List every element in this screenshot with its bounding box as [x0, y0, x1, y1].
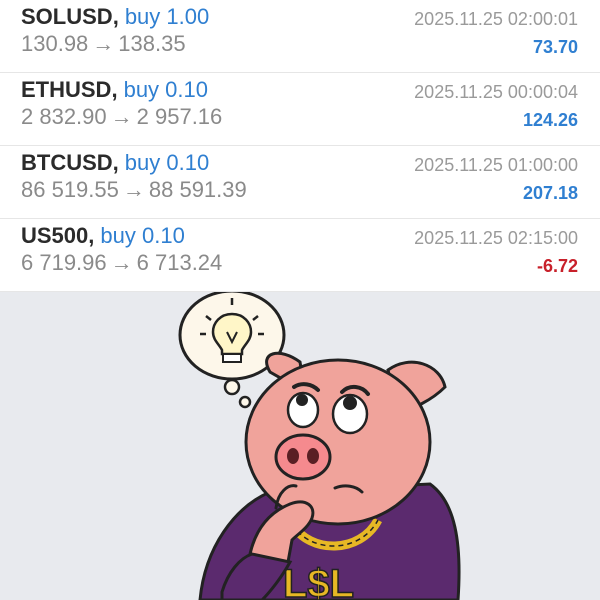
comma-separator: , — [112, 150, 119, 175]
trade-symbol: US500 — [21, 223, 89, 248]
trade-time: 2025.11.25 01:00:00 — [414, 155, 578, 175]
open-price: 6 719.96 — [21, 250, 107, 275]
arrow-right-icon: → — [92, 31, 115, 56]
snout — [274, 433, 332, 481]
trade-prices: 2 832.90 → 2 957.16 — [21, 104, 222, 130]
trade-profit: 207.18 — [522, 183, 578, 203]
open-price: 2 832.90 — [21, 104, 107, 129]
comma-separator: , — [111, 77, 118, 102]
trade-profit: 124.26 — [522, 110, 578, 130]
arrow-right-icon: → — [110, 104, 133, 129]
trade-row[interactable]: SOLUSD, buy 1.00 130.98 → 138.35 2025.11.25… — [0, 0, 600, 73]
trade-side: buy 0.10 — [100, 223, 185, 248]
trade-title: US500, buy 0.10 — [21, 223, 185, 249]
trade-prices: 86 519.55 → 88 591.39 — [21, 177, 247, 203]
trade-side: buy 0.10 — [123, 77, 208, 102]
trade-row[interactable]: BTCUSD, buy 0.10 86 519.55 → 88 591.39 2025… — [0, 146, 600, 219]
thinking-pig-illustration: L$L — [0, 292, 600, 600]
close-price: 2 957.16 — [136, 104, 223, 129]
close-price: 6 713.24 — [136, 250, 223, 275]
trade-time: 2025.11.25 02:15:00 — [414, 228, 578, 248]
trade-title: ETHUSD, buy 0.10 — [21, 77, 208, 103]
trade-time: 2025.11.25 02:00:01 — [414, 9, 578, 29]
trade-time: 2025.11.25 00:00:04 — [414, 82, 578, 102]
trade-symbol: SOLUSD — [21, 4, 113, 29]
trade-symbol: BTCUSD — [21, 150, 113, 175]
close-price: 88 591.39 — [148, 177, 247, 202]
trade-prices: 130.98 → 138.35 — [21, 31, 186, 57]
pig-svg: L$L — [178, 292, 461, 600]
trade-symbol: ETHUSD — [21, 77, 112, 102]
trade-side: buy 0.10 — [124, 150, 210, 175]
arrow-right-icon: → — [110, 250, 133, 275]
open-price: 130.98 — [21, 31, 89, 56]
arrow-right-icon: → — [122, 177, 145, 202]
close-price: 138.35 — [118, 31, 186, 56]
trade-history-list: SOLUSD, buy 1.00 130.98 → 138.35 2025.11.25… — [0, 0, 600, 292]
trade-row[interactable]: US500, buy 0.10 6 719.96 → 6 713.24 2025.11… — [0, 219, 600, 292]
comma-separator: , — [112, 4, 119, 29]
trade-side: buy 1.00 — [124, 4, 210, 29]
trade-prices: 6 719.96 → 6 713.24 — [21, 250, 222, 276]
trade-profit: -6.72 — [536, 256, 578, 276]
chain-pendant: L$L — [283, 562, 354, 600]
trade-row[interactable]: ETHUSD, buy 0.10 2 832.90 → 2 957.16 2025.1… — [0, 73, 600, 146]
open-price: 86 519.55 — [21, 177, 119, 202]
pig-head — [244, 358, 432, 526]
trade-title: SOLUSD, buy 1.00 — [21, 4, 209, 30]
trade-title: BTCUSD, buy 0.10 — [21, 150, 209, 176]
trade-profit: 73.70 — [532, 37, 578, 57]
comma-separator: , — [88, 223, 95, 248]
